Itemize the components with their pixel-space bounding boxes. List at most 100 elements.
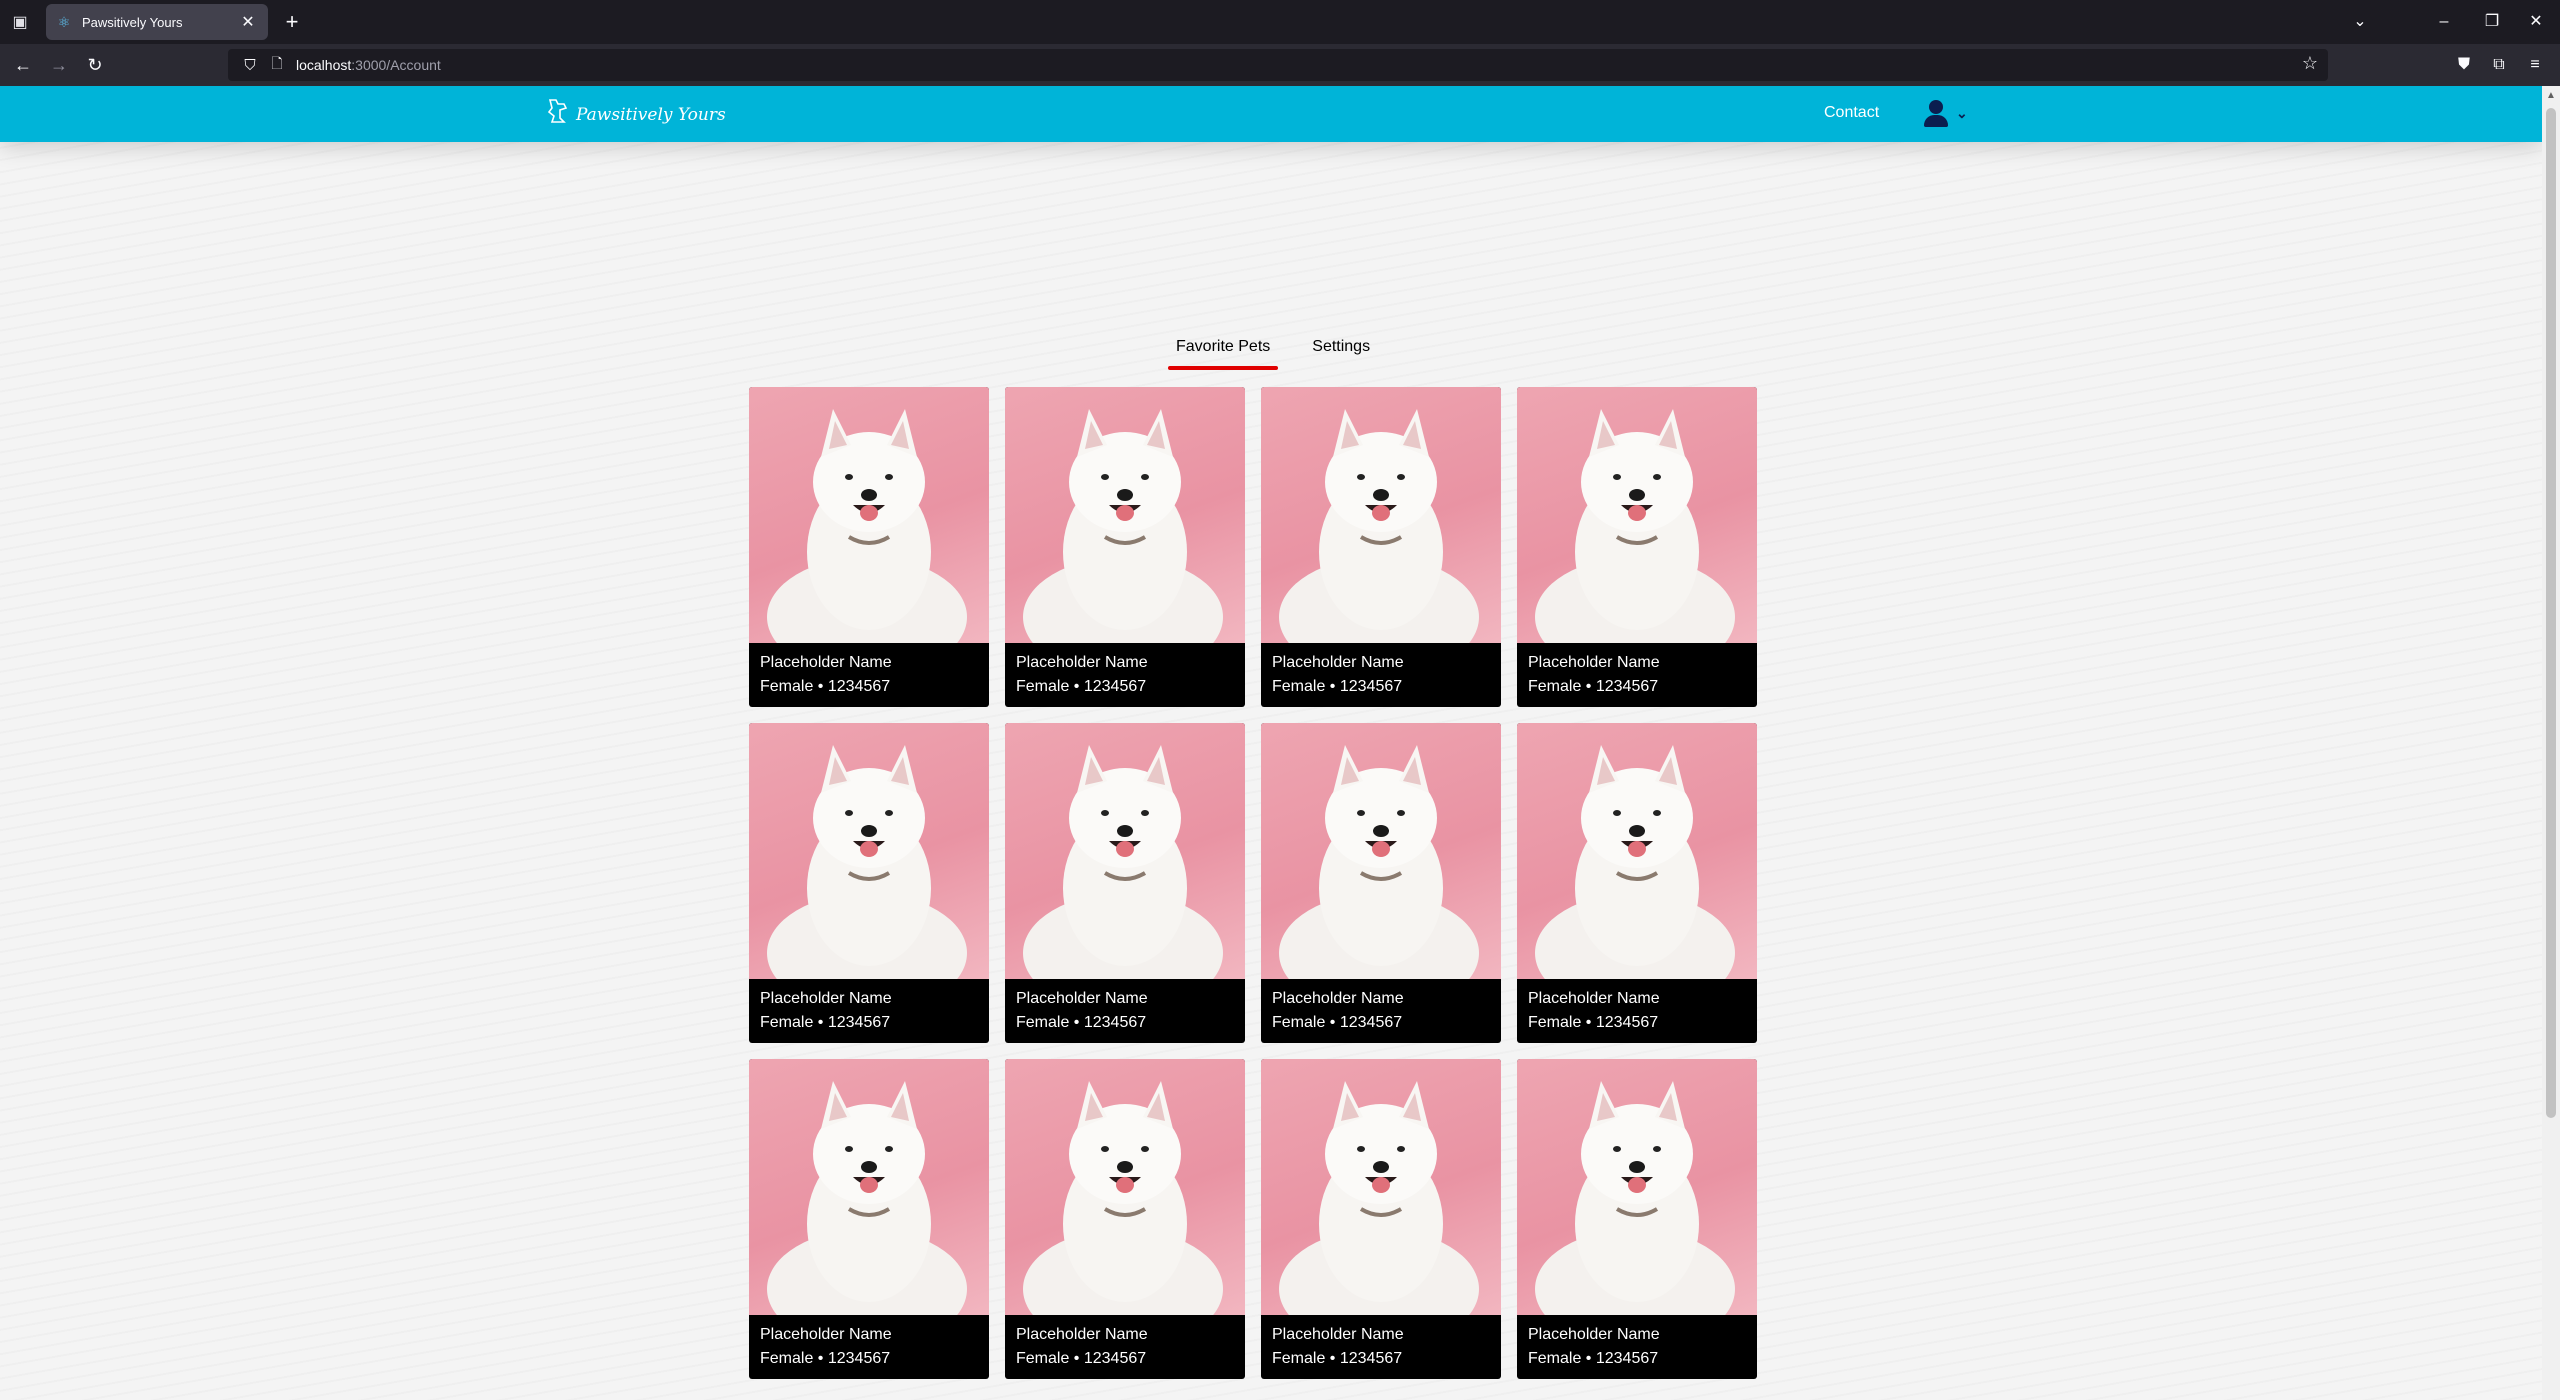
shield-icon[interactable]: ⛉ xyxy=(234,57,266,74)
account-tabs: Favorite Pets Settings xyxy=(1167,338,1408,370)
pet-card[interactable]: Placeholder Name Female • 1234567 xyxy=(1517,723,1757,1043)
restore-icon[interactable]: ❐ xyxy=(2472,6,2512,38)
page-scrollbar[interactable]: ▲ xyxy=(2542,86,2560,1400)
pet-info: Placeholder Name Female • 1234567 xyxy=(749,1315,989,1379)
dog-logo-icon xyxy=(546,98,568,131)
pet-name: Placeholder Name xyxy=(1528,990,1660,1007)
minimize-icon[interactable]: – xyxy=(2424,6,2464,38)
pet-details: Female • 1234567 xyxy=(1272,1014,1403,1031)
page-viewport: Pawsitively Yours Contact ⌄ Favorite Pet… xyxy=(0,86,2542,1400)
pet-name: Placeholder Name xyxy=(1016,654,1148,671)
pet-details: Female • 1234567 xyxy=(1016,1014,1147,1031)
account-menu[interactable]: ⌄ xyxy=(1922,98,1968,128)
pet-details: Female • 1234567 xyxy=(1528,1350,1659,1367)
site-header: Pawsitively Yours Contact ⌄ xyxy=(0,86,2542,142)
pet-photo[interactable] xyxy=(1261,1059,1501,1315)
pet-photo[interactable] xyxy=(749,387,989,643)
pet-info: Placeholder Name Female • 1234567 xyxy=(1261,1315,1501,1379)
pet-card[interactable]: Placeholder Name Female • 1234567 xyxy=(1005,723,1245,1043)
pet-card[interactable]: Placeholder Name Female • 1234567 xyxy=(1517,1059,1757,1379)
pet-card[interactable]: Placeholder Name Female • 1234567 xyxy=(1005,1059,1245,1379)
user-icon xyxy=(1922,98,1950,128)
back-icon[interactable]: ← xyxy=(8,51,38,79)
pet-photo[interactable] xyxy=(1005,723,1245,979)
tab-title: Pawsitively Yours xyxy=(82,14,183,30)
pet-info: Placeholder Name Female • 1234567 xyxy=(1261,643,1501,707)
pet-card[interactable]: Placeholder Name Female • 1234567 xyxy=(1261,723,1501,1043)
forward-icon[interactable]: → xyxy=(44,51,74,79)
pet-info: Placeholder Name Female • 1234567 xyxy=(1517,1315,1757,1379)
pet-photo[interactable] xyxy=(1517,387,1757,643)
pet-card[interactable]: Placeholder Name Female • 1234567 xyxy=(1517,387,1757,707)
pet-info: Placeholder Name Female • 1234567 xyxy=(1005,1315,1245,1379)
scrollbar-thumb[interactable] xyxy=(2546,108,2556,1118)
pet-name: Placeholder Name xyxy=(1016,990,1148,1007)
pet-name: Placeholder Name xyxy=(1528,654,1660,671)
pet-details: Female • 1234567 xyxy=(760,1014,891,1031)
pet-photo[interactable] xyxy=(1261,387,1501,643)
pet-name: Placeholder Name xyxy=(1272,990,1404,1007)
tab-favorite-pets[interactable]: Favorite Pets xyxy=(1167,338,1279,370)
pet-info: Placeholder Name Female • 1234567 xyxy=(749,643,989,707)
url-bar[interactable]: ⛉ 🗋 localhost:3000/Account ☆ xyxy=(228,49,2328,81)
pet-photo[interactable] xyxy=(1261,723,1501,979)
logo-text: Pawsitively Yours xyxy=(576,104,726,125)
pet-details: Female • 1234567 xyxy=(1016,1350,1147,1367)
pet-info: Placeholder Name Female • 1234567 xyxy=(1517,643,1757,707)
pet-name: Placeholder Name xyxy=(1016,1326,1148,1343)
pet-name: Placeholder Name xyxy=(760,1326,892,1343)
pet-photo[interactable] xyxy=(1005,387,1245,643)
pet-card[interactable]: Placeholder Name Female • 1234567 xyxy=(749,387,989,707)
pocket-icon[interactable]: ⛊ xyxy=(2449,51,2479,79)
pet-card[interactable]: Placeholder Name Female • 1234567 xyxy=(749,1059,989,1379)
favorite-pets-grid: Placeholder Name Female • 1234567 Placeh… xyxy=(749,387,1757,1379)
browser-tab-bar: ▣ ⚛ Pawsitively Yours ✕ + ⌄ – ❐ ✕ xyxy=(0,0,2560,44)
pet-card[interactable]: Placeholder Name Female • 1234567 xyxy=(1261,1059,1501,1379)
pet-card[interactable]: Placeholder Name Female • 1234567 xyxy=(749,723,989,1043)
nav-contact-link[interactable]: Contact xyxy=(1824,104,1879,122)
pet-details: Female • 1234567 xyxy=(760,1350,891,1367)
pet-details: Female • 1234567 xyxy=(1016,678,1147,695)
pet-name: Placeholder Name xyxy=(1528,1326,1660,1343)
url-text[interactable]: localhost:3000/Account xyxy=(296,57,441,73)
pet-info: Placeholder Name Female • 1234567 xyxy=(1005,979,1245,1043)
react-favicon-icon: ⚛ xyxy=(57,14,71,30)
pet-details: Female • 1234567 xyxy=(1528,678,1659,695)
pet-card[interactable]: Placeholder Name Female • 1234567 xyxy=(1261,387,1501,707)
pet-name: Placeholder Name xyxy=(1272,1326,1404,1343)
chevron-down-icon: ⌄ xyxy=(1956,104,1968,121)
site-logo[interactable]: Pawsitively Yours xyxy=(546,98,726,131)
bookmark-star-icon[interactable]: ☆ xyxy=(2302,53,2318,74)
pet-info: Placeholder Name Female • 1234567 xyxy=(1517,979,1757,1043)
pet-info: Placeholder Name Female • 1234567 xyxy=(1005,643,1245,707)
tab-list-icon[interactable]: ▣ xyxy=(8,10,32,34)
url-path: :3000/Account xyxy=(351,57,441,73)
extensions-icon[interactable]: ⧉ xyxy=(2484,51,2514,79)
pet-name: Placeholder Name xyxy=(760,990,892,1007)
pet-details: Female • 1234567 xyxy=(1528,1014,1659,1031)
browser-nav-bar: ← → ↻ ⛉ 🗋 localhost:3000/Account ☆ ⛊ ⧉ ≡ xyxy=(0,44,2560,86)
close-tab-icon[interactable]: ✕ xyxy=(238,12,258,32)
close-window-icon[interactable]: ✕ xyxy=(2516,6,2556,38)
tab-overflow-chevron-icon[interactable]: ⌄ xyxy=(2340,6,2380,38)
pet-name: Placeholder Name xyxy=(1272,654,1404,671)
pet-name: Placeholder Name xyxy=(760,654,892,671)
tab-settings[interactable]: Settings xyxy=(1308,338,1374,362)
pet-details: Female • 1234567 xyxy=(1272,1350,1403,1367)
page-info-icon[interactable]: 🗋 xyxy=(266,53,288,77)
pet-photo[interactable] xyxy=(1517,1059,1757,1315)
menu-icon[interactable]: ≡ xyxy=(2520,51,2550,79)
pet-card[interactable]: Placeholder Name Female • 1234567 xyxy=(1005,387,1245,707)
pet-photo[interactable] xyxy=(749,723,989,979)
pet-photo[interactable] xyxy=(1005,1059,1245,1315)
pet-info: Placeholder Name Female • 1234567 xyxy=(1261,979,1501,1043)
new-tab-icon[interactable]: + xyxy=(278,8,306,36)
pet-details: Female • 1234567 xyxy=(760,678,891,695)
pet-photo[interactable] xyxy=(749,1059,989,1315)
pet-info: Placeholder Name Female • 1234567 xyxy=(749,979,989,1043)
pet-details: Female • 1234567 xyxy=(1272,678,1403,695)
pet-photo[interactable] xyxy=(1517,723,1757,979)
scroll-up-icon[interactable]: ▲ xyxy=(2546,90,2556,101)
browser-tab[interactable]: ⚛ Pawsitively Yours ✕ xyxy=(46,4,268,40)
reload-icon[interactable]: ↻ xyxy=(80,51,110,79)
